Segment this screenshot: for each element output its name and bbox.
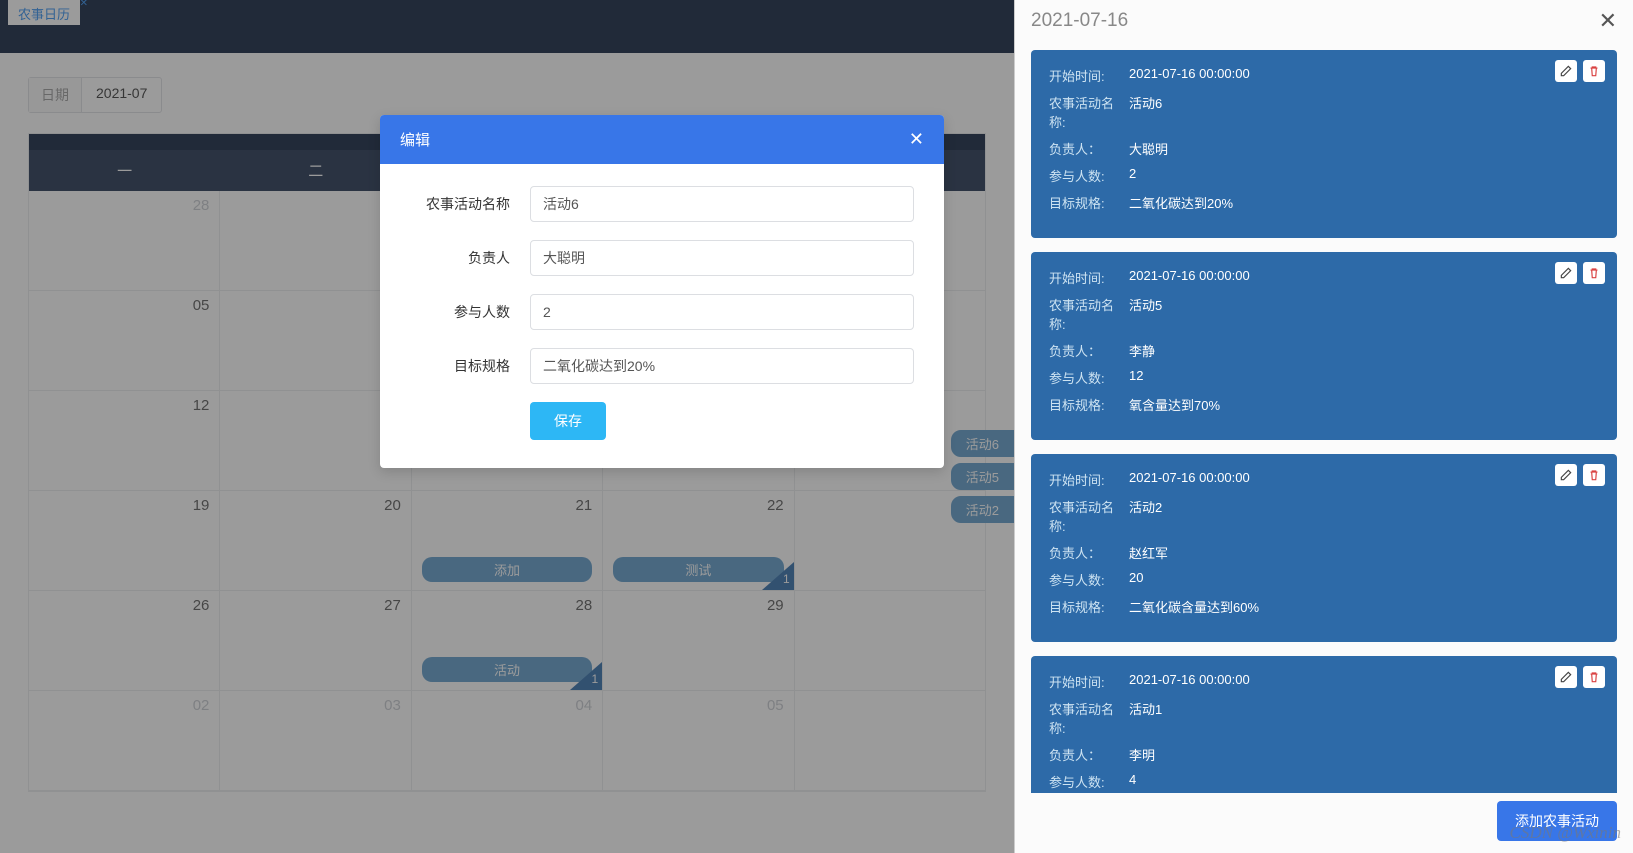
owner-input[interactable] (530, 240, 914, 276)
field-label-people: 参与人数 (410, 302, 510, 322)
card-label-people: 参与人数: (1049, 368, 1129, 387)
edit-icon[interactable] (1555, 666, 1577, 688)
card-label-target: 目标规格: (1049, 193, 1129, 212)
delete-icon[interactable] (1583, 464, 1605, 486)
target-spec-input[interactable] (530, 348, 914, 384)
activity-name-input[interactable] (530, 186, 914, 222)
field-label-owner: 负责人 (410, 248, 510, 268)
edit-icon[interactable] (1555, 60, 1577, 82)
add-activity-button[interactable]: 添加农事活动 (1497, 801, 1617, 841)
card-label-start: 开始时间: (1049, 268, 1129, 287)
card-value-owner: 李静 (1129, 341, 1155, 360)
card-value-name: 活动6 (1129, 93, 1162, 131)
card-value-people: 4 (1129, 772, 1136, 791)
card-label-owner: 负责人： (1049, 341, 1129, 360)
modal-title: 编辑 (400, 129, 430, 150)
card-label-owner: 负责人： (1049, 139, 1129, 158)
close-icon[interactable]: ✕ (909, 129, 924, 150)
card-label-target: 目标规格: (1049, 597, 1129, 616)
delete-icon[interactable] (1583, 666, 1605, 688)
card-label-owner: 负责人： (1049, 745, 1129, 764)
card-value-name: 活动5 (1129, 295, 1162, 333)
edit-icon[interactable] (1555, 262, 1577, 284)
delete-icon[interactable] (1583, 60, 1605, 82)
card-label-start: 开始时间: (1049, 672, 1129, 691)
card-value-start: 2021-07-16 00:00:00 (1129, 672, 1250, 691)
activity-card: 开始时间:2021-07-16 00:00:00农事活动名称:活动6负责人：大聪… (1031, 50, 1617, 238)
edit-modal: 编辑 ✕ 农事活动名称 负责人 参与人数 目标规格 保存 (380, 115, 944, 468)
card-label-target: 目标规格: (1049, 395, 1129, 414)
activity-card: 开始时间:2021-07-16 00:00:00农事活动名称:活动1负责人：李明… (1031, 656, 1617, 793)
card-label-name: 农事活动名称: (1049, 699, 1129, 737)
edit-icon[interactable] (1555, 464, 1577, 486)
save-button[interactable]: 保存 (530, 402, 606, 440)
field-label-name: 农事活动名称 (410, 194, 510, 214)
close-icon[interactable]: ✕ (1599, 8, 1617, 34)
card-value-people: 20 (1129, 570, 1143, 589)
card-value-start: 2021-07-16 00:00:00 (1129, 66, 1250, 85)
activity-card-list: 开始时间:2021-07-16 00:00:00农事活动名称:活动6负责人：大聪… (1031, 50, 1617, 793)
card-label-start: 开始时间: (1049, 66, 1129, 85)
delete-icon[interactable] (1583, 262, 1605, 284)
card-label-name: 农事活动名称: (1049, 295, 1129, 333)
activity-card: 开始时间:2021-07-16 00:00:00农事活动名称:活动2负责人：赵红… (1031, 454, 1617, 642)
card-value-name: 活动1 (1129, 699, 1162, 737)
card-label-people: 参与人数: (1049, 166, 1129, 185)
field-label-target: 目标规格 (410, 356, 510, 376)
card-value-name: 活动2 (1129, 497, 1162, 535)
activity-card: 开始时间:2021-07-16 00:00:00农事活动名称:活动5负责人：李静… (1031, 252, 1617, 440)
side-panel-date: 2021-07-16 (1031, 10, 1128, 32)
card-value-owner: 李明 (1129, 745, 1155, 764)
card-value-target: 二氧化碳含量达到60% (1129, 597, 1259, 616)
card-value-start: 2021-07-16 00:00:00 (1129, 268, 1250, 287)
people-count-input[interactable] (530, 294, 914, 330)
card-value-owner: 大聪明 (1129, 139, 1168, 158)
card-label-name: 农事活动名称: (1049, 93, 1129, 131)
card-value-people: 12 (1129, 368, 1143, 387)
card-label-owner: 负责人： (1049, 543, 1129, 562)
card-label-people: 参与人数: (1049, 570, 1129, 589)
card-value-target: 氧含量达到70% (1129, 395, 1220, 414)
card-label-name: 农事活动名称: (1049, 497, 1129, 535)
card-value-target: 二氧化碳达到20% (1129, 193, 1233, 212)
card-label-people: 参与人数: (1049, 772, 1129, 791)
activity-side-panel: 2021-07-16 ✕ 开始时间:2021-07-16 00:00:00农事活… (1014, 0, 1633, 853)
card-label-start: 开始时间: (1049, 470, 1129, 489)
card-value-owner: 赵红军 (1129, 543, 1168, 562)
card-value-people: 2 (1129, 166, 1136, 185)
card-value-start: 2021-07-16 00:00:00 (1129, 470, 1250, 489)
